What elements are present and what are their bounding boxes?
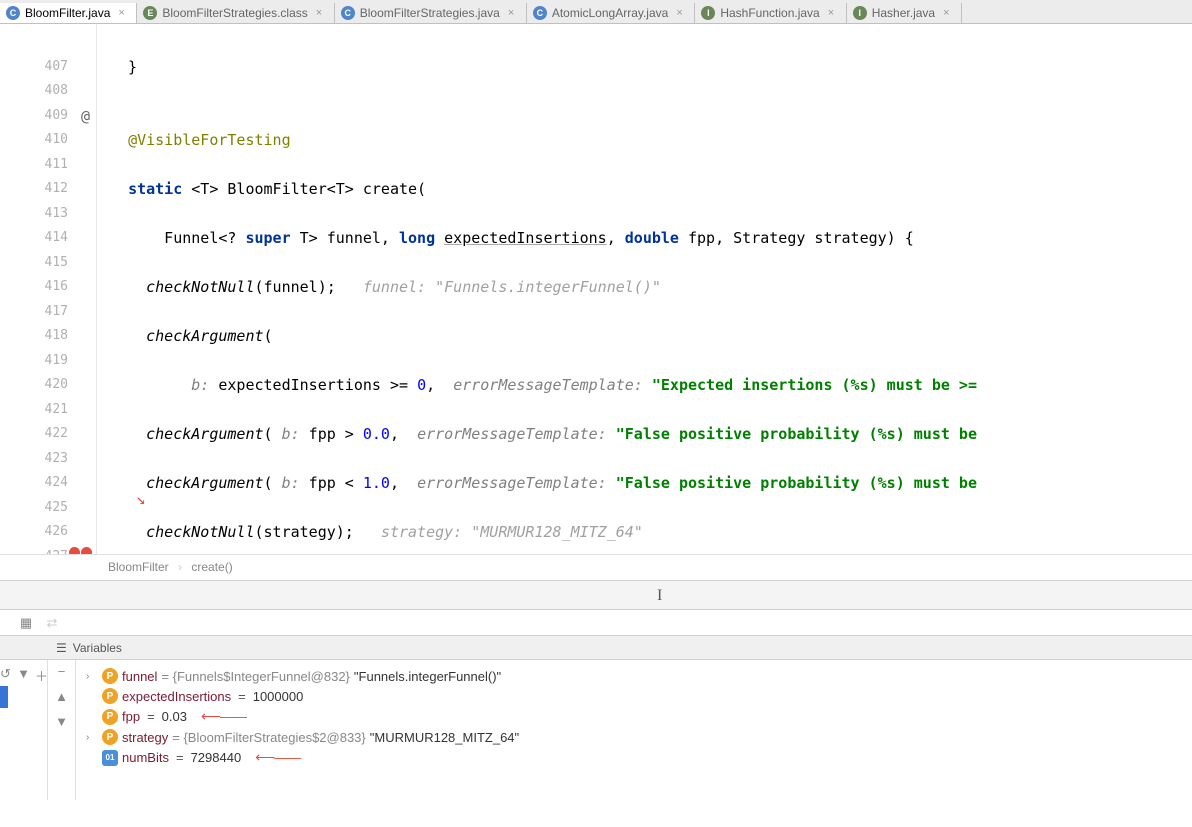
inline-hint: strategy: "MURMUR128_MITZ_64" [354,523,643,541]
debug-panel: ↺ ▼ ＋ − ▲ ▼ ›P funnel = {Funnels$Integer… [0,660,1192,800]
annotation-arrow: ⟵—— [201,708,246,725]
annotation-arrow: ⟵—— [255,749,300,766]
variable-row[interactable]: 01 numBits = 7298440⟵—— [76,747,1192,768]
tab-label: Hasher.java [872,6,935,20]
tab-atomiclongarray[interactable]: C AtomicLongArray.java × [527,3,696,23]
frames-toolbar: ↺ ▼ ＋ [0,660,48,800]
table-icon[interactable]: ▦ [18,615,34,631]
tab-label: AtomicLongArray.java [552,6,669,20]
annotation: @VisibleForTesting [128,131,291,149]
var-name: strategy [122,730,168,745]
var-name: expectedInsertions [122,689,231,704]
breakpoint-icon[interactable] [69,547,92,555]
filter-icon[interactable]: ▼ [17,666,31,680]
up-icon[interactable]: ▲ [55,689,69,703]
tab-label: BloomFilter.java [25,6,110,20]
param-hint: errorMessageTemplate: [453,376,652,394]
tab-hashfunction[interactable]: I HashFunction.java × [695,3,846,23]
variable-row[interactable]: P fpp = 0.03⟵—— [76,706,1192,727]
class-icon: C [533,6,547,20]
selected-frame-marker [0,686,8,708]
variables-header: ☰ Variables [0,636,1192,660]
debug-toolbar: ▦ ⇄ [0,610,1192,636]
interface-icon: I [701,6,715,20]
code-editor[interactable]: 407408409@410411412413414415416417418419… [0,24,1192,554]
close-icon[interactable]: × [508,8,518,18]
fold-bar [97,24,110,554]
line-gutter: 407408409@410411412413414415416417418419… [0,24,97,554]
breadcrumb-class[interactable]: BloomFilter [108,560,169,574]
string-literal: "Expected insertions (%s) must be >= [652,376,977,394]
tab-hasher[interactable]: I Hasher.java × [847,3,962,23]
interface-icon: I [853,6,867,20]
chevron-right-icon[interactable]: › [86,732,98,743]
tab-strategies-class[interactable]: E BloomFilterStrategies.class × [137,3,334,23]
param-hint: errorMessageTemplate: [417,474,616,492]
close-icon[interactable]: × [943,8,953,18]
close-icon[interactable]: × [316,8,326,18]
var-name: fpp [122,709,140,724]
code-content[interactable]: } @VisibleForTesting static <T> BloomFil… [110,24,1192,554]
editor-tabs: C BloomFilter.java × E BloomFilterStrate… [0,0,1192,24]
string-literal: "False positive probability (%s) must be [616,474,977,492]
enum-icon: E [143,6,157,20]
nav-toolbar: − ▲ ▼ [48,660,76,800]
variable-row[interactable]: ›P strategy = {BloomFilterStrategies$2@8… [76,727,1192,747]
var-name: funnel [122,669,157,684]
panel-title: Variables [73,641,122,655]
code-text: } [110,58,137,76]
var-type-icon: 01 [102,750,118,766]
settings-icon[interactable]: ⇄ [44,615,60,631]
text-cursor-icon: I [657,587,662,605]
var-type-icon: P [102,668,118,684]
variables-tree[interactable]: ›P funnel = {Funnels$IntegerFunnel@832} … [76,660,1192,800]
tab-bloomfilter[interactable]: C BloomFilter.java × [0,3,137,23]
breadcrumb-method[interactable]: create() [191,560,232,574]
var-name: numBits [122,750,169,765]
variable-row[interactable]: P expectedInsertions = 1000000 [76,686,1192,706]
close-icon[interactable]: × [118,8,128,18]
var-type-icon: P [102,688,118,704]
restore-icon[interactable]: ↺ [0,666,13,680]
tab-label: HashFunction.java [720,6,819,20]
tab-label: BloomFilterStrategies.class [162,6,307,20]
chevron-right-icon[interactable]: › [86,671,98,682]
inline-hint: funnel: "Funnels.integerFunnel()" [336,278,661,296]
class-icon: C [6,6,20,20]
minus-icon[interactable]: − [55,664,69,678]
override-icon: @ [81,104,90,129]
list-icon: ☰ [56,641,67,655]
breadcrumb[interactable]: BloomFilter › create() [0,554,1192,580]
variable-row[interactable]: ›P funnel = {Funnels$IntegerFunnel@832} … [76,666,1192,686]
param-hint: errorMessageTemplate: [417,425,616,443]
close-icon[interactable]: × [828,8,838,18]
var-type-icon: P [102,709,118,725]
tab-strategies-java[interactable]: C BloomFilterStrategies.java × [335,3,527,23]
close-icon[interactable]: × [676,8,686,18]
string-literal: "False positive probability (%s) must be [616,425,977,443]
tab-label: BloomFilterStrategies.java [360,6,500,20]
var-type-icon: P [102,729,118,745]
evaluator-bar[interactable]: I [0,580,1192,610]
class-icon: C [341,6,355,20]
down-icon[interactable]: ▼ [55,714,69,728]
add-icon[interactable]: ＋ [35,666,49,680]
